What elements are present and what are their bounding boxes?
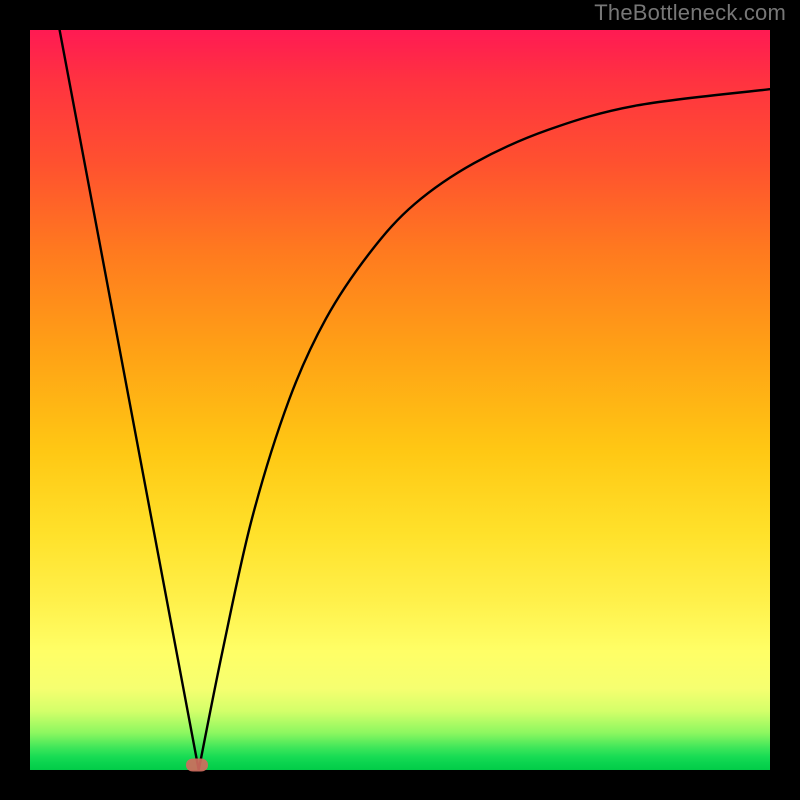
- watermark-text: TheBottleneck.com: [594, 0, 786, 26]
- optimal-marker: [186, 758, 208, 771]
- chart-container: TheBottleneck.com: [0, 0, 800, 800]
- plot-area: [30, 30, 770, 770]
- bottleneck-curve: [30, 30, 770, 770]
